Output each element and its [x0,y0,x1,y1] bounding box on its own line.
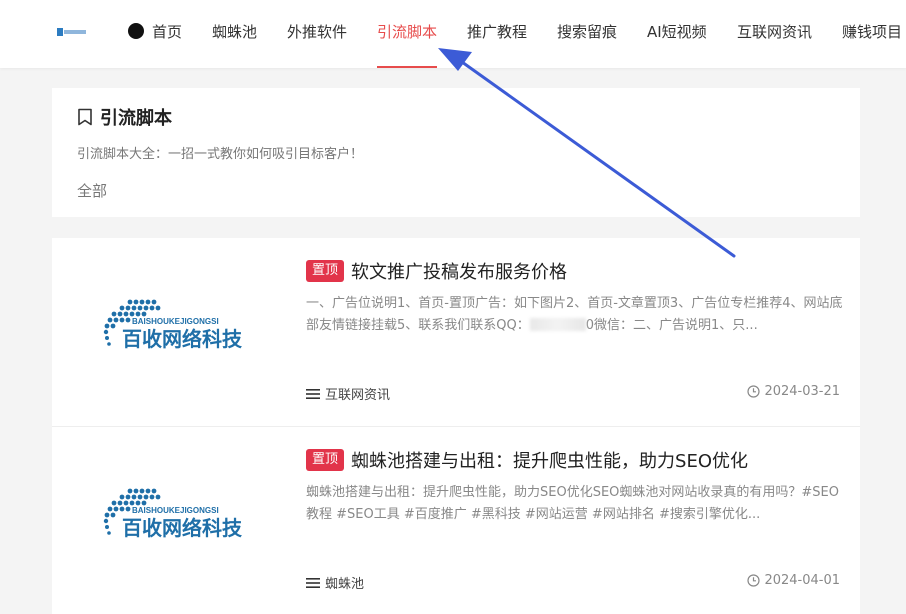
list-icon [306,577,320,588]
nav-item-home[interactable]: 首页 [128,0,182,68]
post-excerpt: 蜘蛛池搭建与出租：提升爬虫性能，助力SEO优化SEO蜘蛛池对网站收录真的有用吗？… [306,485,839,522]
nav-item-traffic-scripts[interactable]: 引流脚本 [377,0,438,68]
site-logo[interactable] [57,26,87,38]
post-card[interactable]: BAISHOUKEJIGONGSI 百收网络科技 置顶 软文推广投稿发布服务价格… [52,238,860,426]
post-title[interactable]: 置顶 软文推广投稿发布服务价格 [306,258,567,284]
post-excerpt: 一、广告位说明1、首页-置顶广告：如下图片2、首页-文章置顶3、广告位专栏推荐4… [306,296,843,333]
category-title: 引流脚本 [77,104,172,130]
post-date: 2024-03-21 [747,384,840,399]
pinned-badge: 置顶 [306,449,345,471]
list-icon [306,388,320,399]
post-title[interactable]: 置顶 蜘蛛池搭建与出租：提升爬虫性能，助力SEO优化 [306,447,748,473]
nav-item-search-traces[interactable]: 搜索留痕 [557,0,617,68]
post-date: 2024-04-01 [747,573,840,588]
thumb-brand-cn: 百收网络科技 [122,516,243,540]
top-header: 首页 蜘蛛池 外推软件 引流脚本 推广教程 搜索留痕 AI短视频 互联网资讯 赚… [0,0,906,68]
post-card[interactable]: BAISHOUKEJIGONGSI 百收网络科技 置顶 蜘蛛池搭建与出租：提升爬… [52,427,860,614]
category-description: 引流脚本大全：一招一式教你如何吸引目标客户！ [77,147,364,162]
nav-item-money-projects[interactable]: 赚钱项目 [842,0,902,68]
nav-item-spider-pool[interactable]: 蜘蛛池 [212,0,257,68]
nav-item-ai-video[interactable]: AI短视频 [647,0,707,68]
thumb-brand-en: BAISHOUKEJIGONGSI [132,317,219,326]
nav-item-promo-tutorials[interactable]: 推广教程 [467,0,527,68]
thumb-brand-en: BAISHOUKEJIGONGSI [132,506,219,515]
filter-all-link[interactable]: 全部 [77,180,107,201]
post-thumbnail[interactable]: BAISHOUKEJIGONGSI 百收网络科技 [102,296,262,356]
bookmark-icon [78,108,92,126]
category-header: 引流脚本 引流脚本大全：一招一式教你如何吸引目标客户！ 全部 [52,88,860,217]
post-category-link[interactable]: 互联网资讯 [306,384,390,403]
clock-icon [747,385,761,398]
pinned-badge: 置顶 [306,260,345,282]
redacted-contact [529,318,586,331]
clock-icon [747,574,761,587]
thumb-brand-cn: 百收网络科技 [122,327,243,351]
nav-item-promo-software[interactable]: 外推软件 [287,0,347,68]
home-icon [128,23,144,39]
post-category-link[interactable]: 蜘蛛池 [306,573,364,592]
nav-item-internet-news[interactable]: 互联网资讯 [737,0,812,68]
post-thumbnail[interactable]: BAISHOUKEJIGONGSI 百收网络科技 [102,485,262,545]
